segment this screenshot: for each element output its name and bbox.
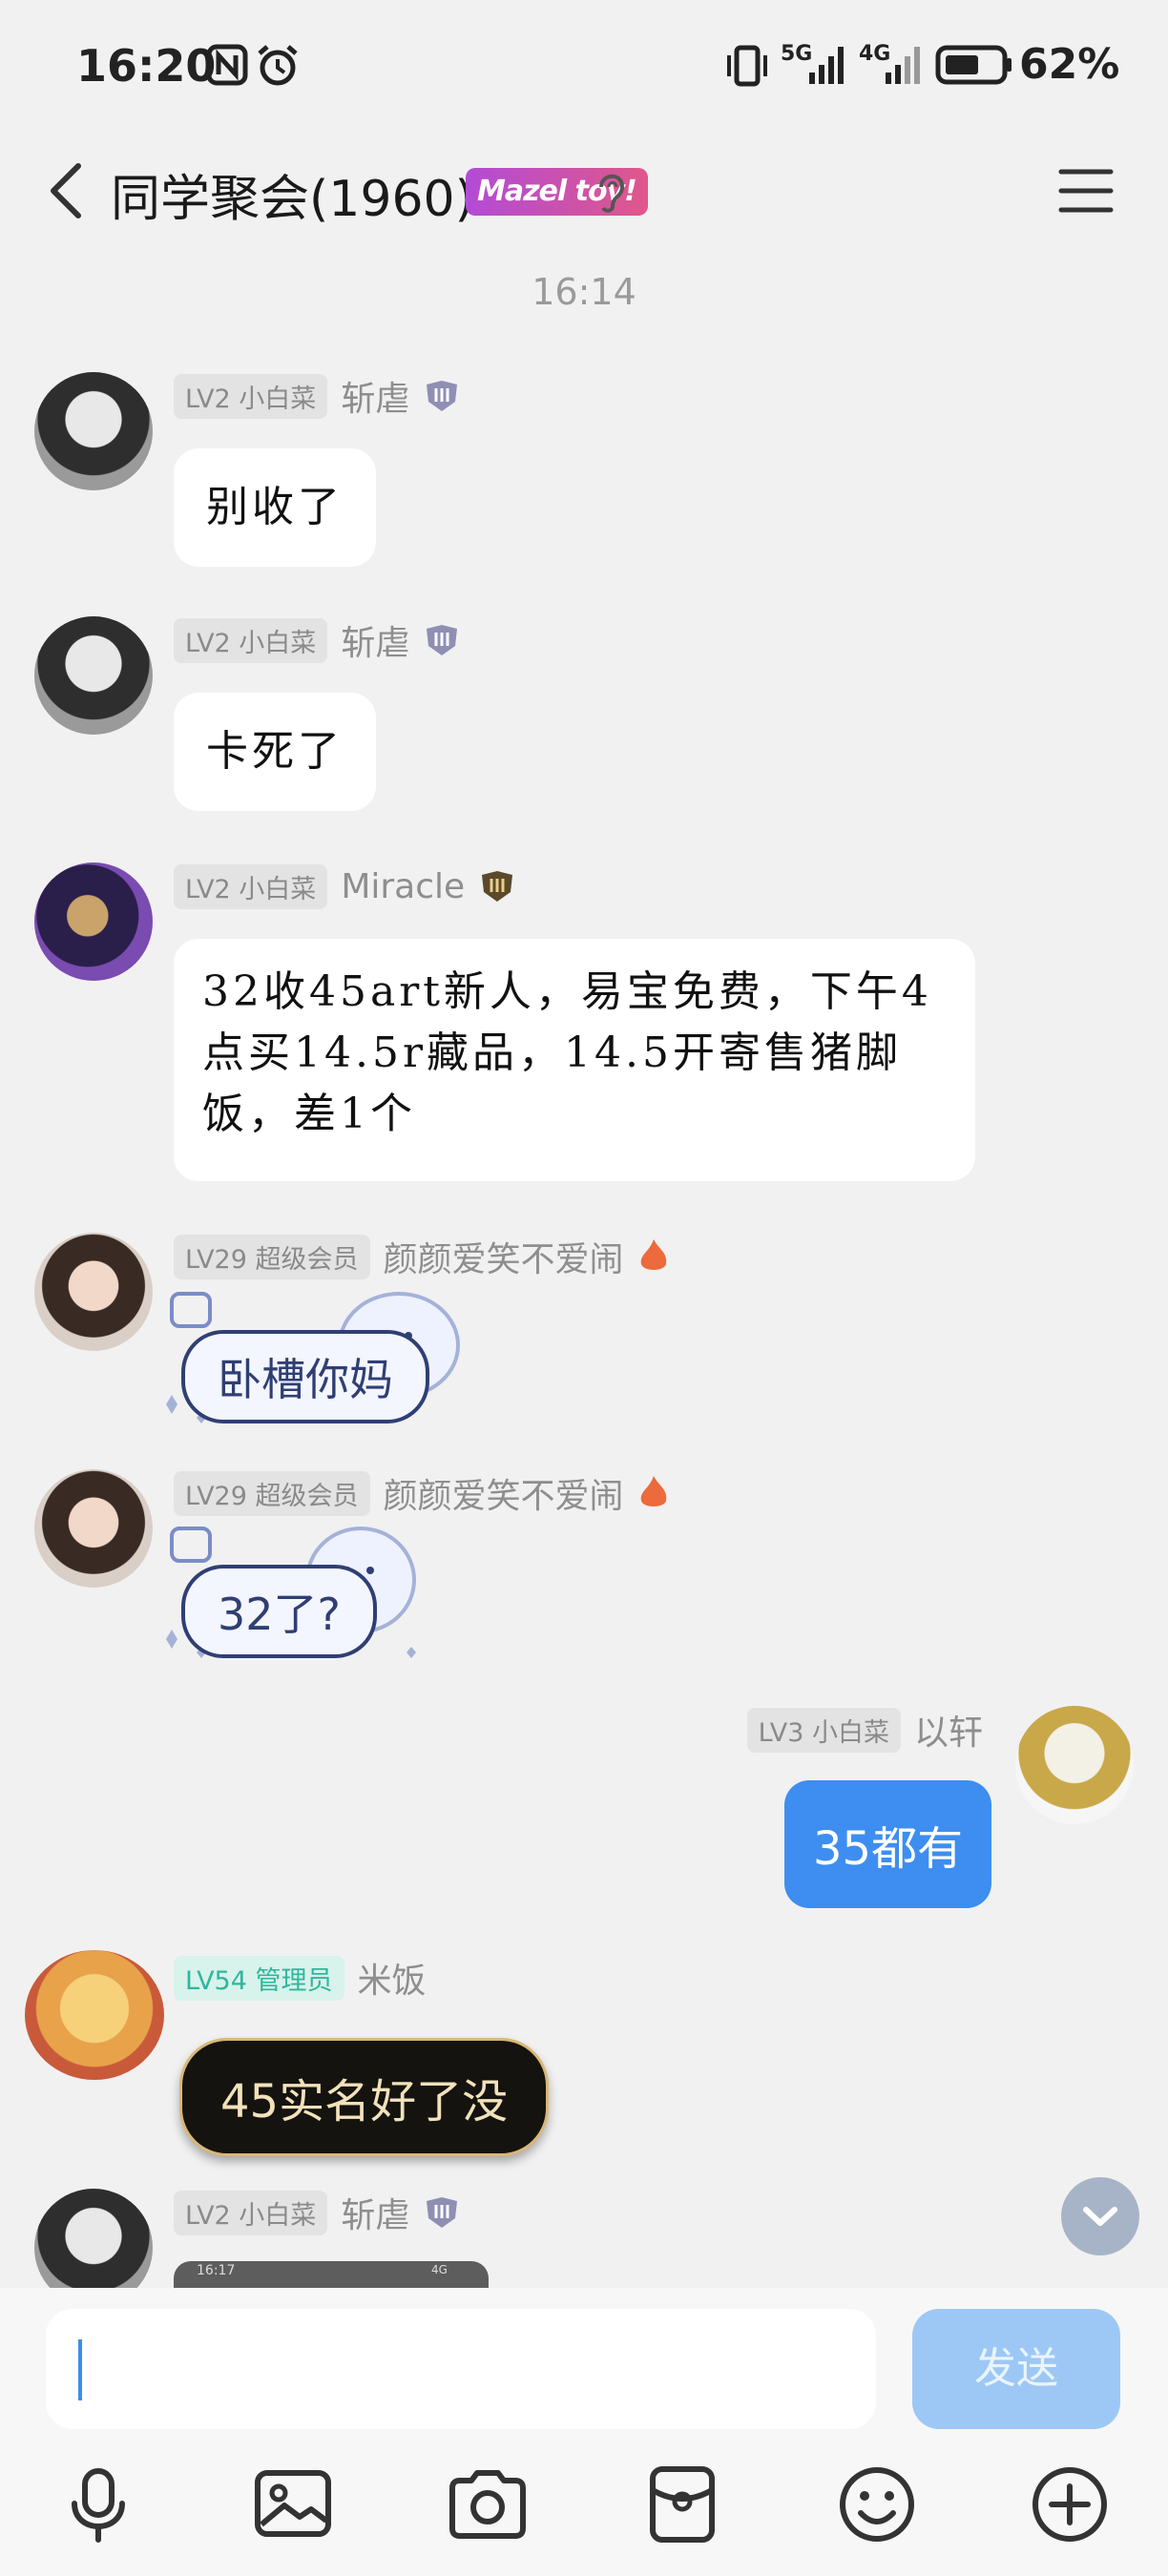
- avatar-zhannue[interactable]: [34, 372, 153, 490]
- avatar-yanyan[interactable]: [34, 1233, 153, 1351]
- message-meta: LV2 小白菜 Miracle: [174, 863, 516, 909]
- sender-name[interactable]: 颜颜爱笑不爱闹: [384, 1232, 624, 1281]
- message-meta: LV29 超级会员 颜颜爱笑不爱闹: [174, 1468, 670, 1518]
- microphone-icon[interactable]: [55, 2462, 141, 2547]
- message-input[interactable]: [46, 2309, 876, 2429]
- image-icon[interactable]: [250, 2462, 336, 2547]
- emoji-icon[interactable]: [834, 2462, 920, 2547]
- message-meta: LV2 小白菜 斩虐: [174, 2188, 461, 2237]
- message-bubble[interactable]: 别收了: [174, 448, 376, 567]
- sender-name[interactable]: 颜颜爱笑不爱闹: [384, 1468, 624, 1518]
- avatar-miracle[interactable]: [34, 862, 153, 981]
- avatar-yanyan[interactable]: [34, 1469, 153, 1588]
- camera-icon[interactable]: [445, 2462, 531, 2547]
- flame-icon: [640, 1239, 666, 1270]
- vibrate-icon: [727, 45, 767, 87]
- text-caret: [78, 2339, 82, 2400]
- message-meta: LV2 小白菜 斩虐: [174, 371, 461, 421]
- rank-badge-icon: [427, 625, 458, 655]
- rank-badge-icon: [427, 381, 458, 411]
- sender-name[interactable]: 斩虐: [341, 2188, 409, 2237]
- message-bubble-self[interactable]: 35都有: [784, 1780, 992, 1908]
- avatar-mifan[interactable]: [25, 1950, 164, 2080]
- admin-tag: LV54 管理员: [174, 1955, 344, 2001]
- flame-icon: [640, 1476, 666, 1506]
- ear-icon[interactable]: [592, 168, 630, 216]
- message-bubble[interactable]: 45实名好了没: [179, 2038, 550, 2156]
- red-packet-icon[interactable]: [639, 2462, 725, 2547]
- message-meta: LV2 小白菜 斩虐: [174, 615, 461, 665]
- message-bubble[interactable]: 卧槽你妈: [181, 1330, 429, 1423]
- message-meta: LV29 超级会员 颜颜爱笑不爱闹: [174, 1232, 670, 1281]
- level-tag: LV29 超级会员: [174, 1234, 370, 1279]
- menu-button[interactable]: [1055, 162, 1116, 219]
- level-tag: LV2 小白菜: [174, 617, 328, 663]
- rank-badge-icon: [482, 871, 513, 902]
- send-button[interactable]: 发送: [912, 2309, 1120, 2429]
- message-bubble[interactable]: 32了?: [181, 1565, 377, 1658]
- alarm-icon: [258, 45, 298, 86]
- battery-level: 62%: [1019, 40, 1120, 89]
- status-time: 16:20: [76, 40, 217, 92]
- sender-name[interactable]: 以轩: [914, 1705, 983, 1755]
- level-tag: LV29 超级会员: [174, 1470, 370, 1516]
- signal-icon: [886, 47, 920, 84]
- image-message-preview[interactable]: 16:17 4G: [174, 2261, 489, 2288]
- chat-timestamp: 16:14: [532, 271, 636, 313]
- sender-name[interactable]: 米饭: [358, 1953, 427, 2003]
- message-bubble[interactable]: 32收45art新人，易宝免费，下午4点买14.5r藏品，14.5开寄售猪脚饭，…: [174, 939, 975, 1181]
- message-meta: LV3 小白菜 以轩: [746, 1705, 983, 1755]
- level-tag: LV3 小白菜: [746, 1707, 901, 1753]
- sender-name[interactable]: 斩虐: [341, 615, 409, 665]
- plus-icon[interactable]: [1027, 2462, 1113, 2547]
- level-tag: LV2 小白菜: [174, 2190, 328, 2235]
- sender-name[interactable]: 斩虐: [341, 371, 409, 421]
- message-meta: LV54 管理员 米饭: [174, 1953, 427, 2003]
- battery-icon: [935, 45, 1012, 85]
- message-bubble[interactable]: 卡死了: [174, 693, 376, 811]
- scroll-down-button[interactable]: [1061, 2177, 1139, 2255]
- rank-badge-icon: [427, 2197, 458, 2228]
- preview-status: 4G: [431, 2263, 448, 2276]
- avatar-zhannue[interactable]: [34, 616, 153, 735]
- nfc-icon: [206, 44, 248, 86]
- level-tag: LV2 小白菜: [174, 863, 328, 909]
- level-tag: LV2 小白菜: [174, 373, 328, 419]
- chat-title[interactable]: 同学聚会(1960): [111, 158, 474, 230]
- signal-icon: [809, 47, 844, 84]
- sender-name[interactable]: Miracle: [341, 867, 465, 906]
- back-button[interactable]: [38, 153, 99, 229]
- preview-time: 16:17: [197, 2263, 236, 2278]
- avatar-self[interactable]: [1015, 1706, 1134, 1824]
